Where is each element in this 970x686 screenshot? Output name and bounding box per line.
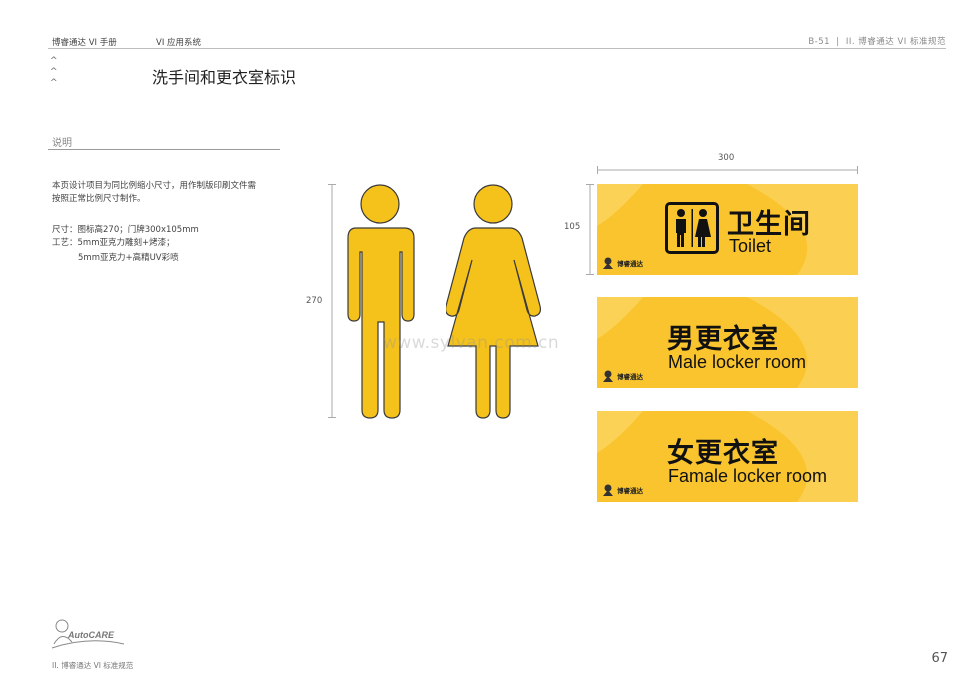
sign-width-label: 300 <box>718 153 735 163</box>
toilet-sign: 卫生间 Toilet 博睿通达 <box>597 184 858 275</box>
header-right: B-51 | II. 博睿通达 VI 标准规范 <box>808 35 946 47</box>
page-title: 洗手间和更衣室标识 <box>152 68 297 87</box>
header-brand-manual: 博睿通达 VI 手册 <box>52 38 117 48</box>
description-size: 尺寸：图标高270；门牌300x105mm <box>52 225 199 235</box>
toilet-sign-en: Toilet <box>729 236 772 256</box>
description-craft-1: 工艺：5mm亚克力雕刻+烤漆； <box>52 238 175 248</box>
header-divider: | <box>836 37 840 47</box>
male-locker-sign-logo-text: 博睿通达 <box>617 373 643 381</box>
woman-figure-icon <box>444 182 542 422</box>
description-rule <box>48 149 280 150</box>
male-locker-sign-cn: 男更衣室 <box>667 324 779 355</box>
female-locker-sign-logo: 博睿通达 <box>601 483 643 497</box>
description-para1-line1: 本页设计项目为同比例缩小尺寸，用作制版印刷文件需 <box>52 181 257 191</box>
header-section: VI 应用系统 <box>156 38 202 48</box>
toilet-sign-logo-text: 博睿通达 <box>617 260 643 268</box>
logo-mascot-icon <box>603 370 613 382</box>
female-locker-sign-en: Famale locker room <box>668 466 828 486</box>
sign-height-dimension <box>586 184 594 275</box>
icon-height-label: 270 <box>306 296 323 306</box>
icon-height-dimension <box>328 184 336 418</box>
female-locker-sign: 女更衣室 Famale locker room 博睿通达 <box>597 411 858 502</box>
chevron-up-icon: ^ <box>50 67 58 77</box>
sign-height-label: 105 <box>564 222 581 232</box>
footer-logo: AutoCARE <box>48 614 128 654</box>
sign-width-dimension <box>597 166 858 174</box>
male-locker-sign: 男更衣室 Male locker room 博睿通达 <box>597 297 858 388</box>
female-locker-sign-logo-text: 博睿通达 <box>617 487 643 495</box>
restroom-icon <box>665 202 719 254</box>
man-figure-icon <box>342 182 422 422</box>
male-locker-sign-logo: 博睿通达 <box>601 369 643 383</box>
description-label: 说明 <box>52 138 72 149</box>
chevron-up-icon: ^ <box>50 56 58 66</box>
watermark: www.sylvan.com.cn <box>383 333 560 353</box>
male-locker-sign-en: Male locker room <box>668 352 807 372</box>
footer-category: II. 博睿通达 VI 标准规范 <box>52 661 134 670</box>
header-category: II. 博睿通达 VI 标准规范 <box>845 37 946 47</box>
chevron-up-icon: ^ <box>50 78 58 88</box>
header-code: B-51 <box>808 37 831 47</box>
logo-mascot-icon <box>603 484 613 496</box>
header-rule <box>48 48 946 49</box>
page-number: 67 <box>931 651 948 666</box>
toilet-sign-logo: 博睿通达 <box>601 256 643 270</box>
description-para1-line2: 按照正常比例尺寸制作。 <box>52 194 146 204</box>
logo-mascot-icon <box>603 257 613 269</box>
description-craft-2: 5mm亚克力+高精UV彩喷 <box>78 253 179 263</box>
footer-logo-text: AutoCARE <box>68 630 114 640</box>
female-locker-sign-cn: 女更衣室 <box>667 438 779 469</box>
